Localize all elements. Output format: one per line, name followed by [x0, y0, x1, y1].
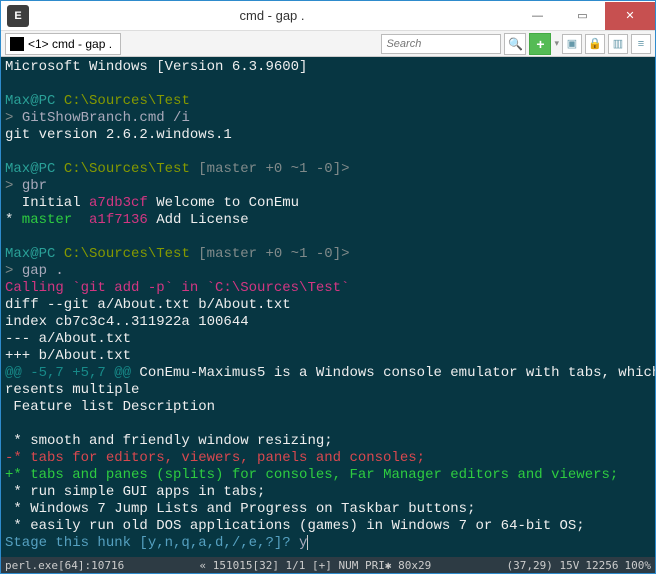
- cursor: [307, 535, 308, 550]
- diff-add: * tabs and panes (splits) for consoles, …: [13, 467, 618, 483]
- diff-del: -* tabs for editors, viewers, panels and…: [5, 450, 425, 466]
- branch-master: master: [13, 212, 80, 228]
- branch-master-b: Add License: [148, 212, 249, 228]
- minimize-button[interactable]: —: [515, 2, 560, 30]
- diff-2: index cb7c3c4..311922a 100644: [5, 314, 249, 330]
- prompt-branch-2: [master +0 ~1 -0]>: [198, 161, 349, 177]
- menu-button[interactable]: ≡: [631, 34, 651, 54]
- prompt-user-3: Max@PC: [5, 246, 55, 262]
- prompt-user: Max@PC: [5, 93, 55, 109]
- titlebar: E cmd - gap . — ▭ ✕: [1, 1, 655, 31]
- tabbar: <1> cmd - gap . 🔍 + ▾ ▣ 🔒 ▥ ≡: [1, 31, 655, 57]
- ctx-4: * run simple GUI apps in tabs;: [5, 484, 265, 500]
- status-pid: 12256: [585, 559, 618, 572]
- branch-initial-b: Welcome to ConEmu: [148, 195, 299, 211]
- statusbar: perl.exe[64]:10716 « 151015[32] 1/1 [+] …: [1, 557, 655, 573]
- os-version: Microsoft Windows [Version 6.3.9600]: [5, 59, 307, 75]
- status-mid: « 151015[32] 1/1 [+] NUM PRI✱ 80x29: [130, 559, 500, 572]
- branch-master-hash: a1f7136: [81, 212, 148, 228]
- search-input[interactable]: [381, 34, 501, 54]
- settings-button[interactable]: ▥: [608, 34, 628, 54]
- close-button[interactable]: ✕: [605, 2, 655, 30]
- stage-answer: y: [291, 535, 308, 551]
- newtab-button[interactable]: +: [529, 33, 551, 55]
- prompt-branch-3: [master +0 ~1 -0]>: [198, 246, 349, 262]
- prompt-gt-2: >: [5, 178, 22, 194]
- git-version: git version 2.6.2.windows.1: [5, 127, 232, 143]
- ctx-2: Feature list Description: [5, 399, 215, 415]
- lock-button[interactable]: 🔒: [585, 34, 605, 54]
- maximize-button[interactable]: ▭: [560, 2, 605, 30]
- prompt-user-2: Max@PC: [5, 161, 55, 177]
- prompt-gt: >: [5, 110, 22, 126]
- stage-prompt: Stage this hunk [y,n,q,a,d,/,e,?]?: [5, 535, 291, 551]
- hunk-ctx: ConEmu-Maximus5 is a Windows console emu…: [131, 365, 655, 381]
- calling-line: Calling `git add -p` in `C:\Sources\Test…: [5, 280, 349, 296]
- cmd-1: GitShowBranch.cmd /i: [22, 110, 190, 126]
- ctx-5: * Windows 7 Jump Lists and Progress on T…: [5, 501, 475, 517]
- branch-initial-a: Initial: [5, 195, 89, 211]
- tab-label: <1> cmd - gap .: [28, 37, 112, 51]
- status-left: perl.exe[64]:10716: [5, 559, 124, 572]
- terminal[interactable]: Microsoft Windows [Version 6.3.9600] Max…: [1, 57, 655, 557]
- diff-3: --- a/About.txt: [5, 331, 131, 347]
- search-icon[interactable]: 🔍: [504, 33, 526, 55]
- app-icon: E: [7, 5, 29, 27]
- cmd-2: gbr: [22, 178, 47, 194]
- cmd-3: gap .: [22, 263, 64, 279]
- console-icon: [10, 37, 24, 51]
- status-zoom: 100%: [625, 559, 652, 572]
- tab-console[interactable]: <1> cmd - gap .: [5, 33, 121, 55]
- ctx-6: * easily run old DOS applications (games…: [5, 518, 585, 534]
- ctx-3: * smooth and friendly window resizing;: [5, 433, 333, 449]
- window-controls: — ▭ ✕: [515, 2, 655, 30]
- status-pos: (37,29) 15V: [507, 559, 580, 572]
- ctx-1: resents multiple: [5, 382, 139, 398]
- diff-1: diff --git a/About.txt b/About.txt: [5, 297, 291, 313]
- branch-initial-hash: a7db3cf: [89, 195, 148, 211]
- prompt-path: C:\Sources\Test: [64, 93, 190, 109]
- prompt-path-3: C:\Sources\Test: [64, 246, 190, 262]
- prompt-gt-3: >: [5, 263, 22, 279]
- hunk-header: @@ -5,7 +5,7 @@: [5, 365, 131, 381]
- window-title: cmd - gap .: [29, 8, 515, 23]
- newtab-chevron[interactable]: ▾: [554, 38, 559, 49]
- prompt-path-2: C:\Sources\Test: [64, 161, 190, 177]
- diff-4: +++ b/About.txt: [5, 348, 131, 364]
- windows-button[interactable]: ▣: [562, 34, 582, 54]
